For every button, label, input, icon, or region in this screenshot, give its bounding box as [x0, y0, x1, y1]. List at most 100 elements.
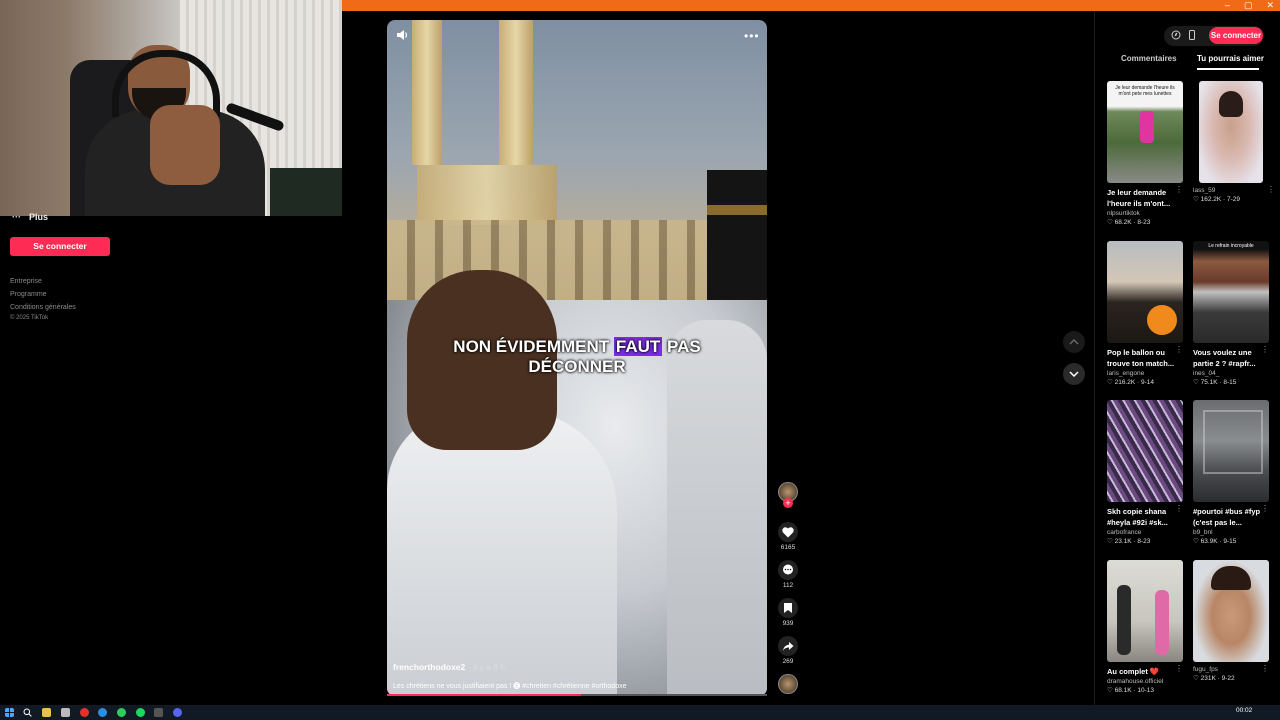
next-video-button[interactable] [1063, 363, 1085, 385]
action-bar: + 6165 112 939 269 [778, 482, 798, 694]
post-time: · Il y a 6 h [467, 662, 505, 672]
video-progress-bar[interactable] [387, 694, 767, 696]
recommended-video-card[interactable]: #pourtoi #bus #fyp (c'est pas le... b9_b… [1193, 400, 1269, 545]
previous-video-button[interactable] [1063, 331, 1085, 353]
save-count: 939 [782, 620, 794, 627]
caption-highlight: FAUT [613, 337, 663, 356]
card-title: Au complet ❤️ [1107, 667, 1160, 676]
card-author[interactable]: b9_bnl [1193, 529, 1269, 536]
app-icon[interactable] [98, 708, 107, 717]
active-tab-indicator [1197, 68, 1259, 70]
video-thumbnail[interactable] [1193, 560, 1269, 662]
minimize-button[interactable]: – [1225, 0, 1230, 11]
thumbnail-overlay-text: Le refrain incroyable [1208, 243, 1254, 249]
volume-icon[interactable] [395, 28, 409, 42]
phone-icon[interactable] [1187, 30, 1197, 40]
caption-text-2: PAS [667, 337, 701, 356]
author-name[interactable]: frenchorthodoxe2 [393, 662, 465, 672]
recommended-video-card[interactable]: lass_59 ♡ 162.2K · 7-29 ⋮ [1193, 81, 1275, 203]
maximize-button[interactable]: ▢ [1244, 0, 1253, 11]
tab-you-may-like[interactable]: Tu pourrais aimer [1197, 54, 1264, 63]
caption-line-2: DÉCONNER [528, 357, 626, 376]
app-icon[interactable] [61, 708, 70, 717]
card-more-icon[interactable]: ⋮ [1175, 664, 1183, 673]
file-explorer-icon[interactable] [42, 708, 51, 717]
recommended-video-card[interactable]: Pop le ballon ou trouve ton match... lar… [1107, 241, 1183, 386]
close-button[interactable]: ✕ [1266, 0, 1274, 11]
card-more-icon[interactable]: ⋮ [1261, 664, 1269, 673]
comment-icon [783, 564, 793, 575]
compass-icon[interactable] [1171, 30, 1181, 40]
video-thumbnail[interactable]: Le refrain incroyable [1193, 241, 1269, 343]
card-stats: ♡ 63.9K · 9-15 [1193, 538, 1237, 545]
follow-plus-icon[interactable]: + [783, 498, 793, 508]
video-thumbnail[interactable] [1193, 400, 1269, 502]
sidebar-login-button[interactable]: Se connecter [10, 237, 110, 256]
footer-link-entreprise[interactable]: Entreprise [10, 278, 76, 285]
card-more-icon[interactable]: ⋮ [1267, 185, 1275, 194]
video-thumbnail[interactable] [1107, 241, 1183, 343]
recommended-video-card[interactable]: Le refrain incroyable Vous voulez une pa… [1193, 241, 1269, 386]
thumbnail-overlay-text: Je leur demande l'heure ils m'ont pete m… [1115, 85, 1175, 97]
heart-icon [782, 526, 794, 537]
share-button[interactable] [778, 636, 798, 656]
like-button[interactable] [778, 522, 798, 542]
browser-icon[interactable] [80, 708, 89, 717]
webcam-overlay [0, 0, 342, 216]
app-icon[interactable] [154, 708, 163, 717]
video-caption: NON ÉVIDEMMENT FAUT PAS DÉCONNER [387, 337, 767, 377]
video-thumbnail[interactable] [1107, 400, 1183, 502]
clock[interactable]: 00:02 [1236, 707, 1252, 714]
sound-disc-avatar[interactable] [778, 674, 798, 694]
comment-button[interactable] [778, 560, 798, 580]
chevron-down-icon [1069, 371, 1079, 377]
whatsapp-icon[interactable] [117, 708, 126, 717]
card-stats: ♡ 162.2K · 7-29 [1193, 196, 1241, 203]
copyright: © 2025 TikTok [10, 315, 49, 321]
card-author[interactable]: carbofrance [1107, 529, 1183, 536]
card-title: Pop le ballon ou trouve ton match... [1107, 348, 1175, 368]
card-more-icon[interactable]: ⋮ [1261, 504, 1269, 513]
video-player[interactable]: NON ÉVIDEMMENT FAUT PAS DÉCONNER [387, 20, 767, 696]
more-options-icon[interactable]: ••• [744, 29, 760, 43]
windows-start-icon[interactable] [5, 708, 14, 717]
bookmark-icon [784, 603, 792, 613]
video-thumbnail[interactable]: Je leur demande l'heure ils m'ont pete m… [1107, 81, 1183, 183]
spotify-icon[interactable] [136, 708, 145, 717]
caption-text-1: NON ÉVIDEMMENT [453, 337, 610, 356]
card-author[interactable]: fugu_fps [1193, 666, 1269, 673]
video-thumbnail[interactable] [1107, 560, 1183, 662]
video-thumbnail[interactable] [1199, 81, 1263, 183]
card-more-icon[interactable]: ⋮ [1175, 504, 1183, 513]
card-title: #pourtoi #bus #fyp (c'est pas le... [1193, 507, 1261, 527]
card-author[interactable]: dramahouse.officiel [1107, 678, 1183, 685]
sidebar-more-label: Plus [29, 212, 49, 222]
share-count: 269 [782, 658, 794, 665]
recommended-video-card[interactable]: Au complet ❤️ dramahouse.officiel ♡ 68.1… [1107, 560, 1183, 694]
header-login-button[interactable]: Se connecter [1209, 27, 1263, 44]
sidebar-more[interactable]: ··· Plus [12, 212, 48, 222]
save-button[interactable] [778, 598, 798, 618]
recommended-video-card[interactable]: Skh copie shana #heyla #92i #sk... carbo… [1107, 400, 1183, 545]
card-author[interactable]: lass_59 [1193, 187, 1269, 194]
card-author[interactable]: laris_engone [1107, 370, 1183, 377]
footer-link-conditions[interactable]: Conditions générales [10, 304, 76, 311]
card-more-icon[interactable]: ⋮ [1261, 345, 1269, 354]
card-more-icon[interactable]: ⋮ [1175, 345, 1183, 354]
sidebar-footer: Entreprise Programme Conditions générale… [10, 278, 76, 327]
card-author[interactable]: ines_04_ [1193, 370, 1269, 377]
card-author[interactable]: nlpsurtiktok [1107, 210, 1183, 217]
share-icon [783, 641, 794, 651]
recommended-video-card[interactable]: Je leur demande l'heure ils m'ont pete m… [1107, 81, 1183, 226]
footer-link-programme[interactable]: Programme [10, 291, 76, 298]
video-author[interactable]: frenchorthodoxe2 · Il y a 6 h [393, 662, 505, 672]
tab-comments[interactable]: Commentaires [1121, 54, 1177, 63]
card-more-icon[interactable]: ⋮ [1175, 185, 1183, 194]
card-stats: ♡ 23.1K · 8-23 [1107, 538, 1151, 545]
search-icon[interactable] [23, 708, 32, 717]
progress-fill [387, 694, 581, 696]
discord-icon[interactable] [173, 708, 182, 717]
recommended-video-card[interactable]: fugu_fps ♡ 231K · 9-22 ⋮ [1193, 560, 1269, 682]
like-count: 6165 [780, 544, 796, 551]
comment-count: 112 [782, 582, 794, 589]
